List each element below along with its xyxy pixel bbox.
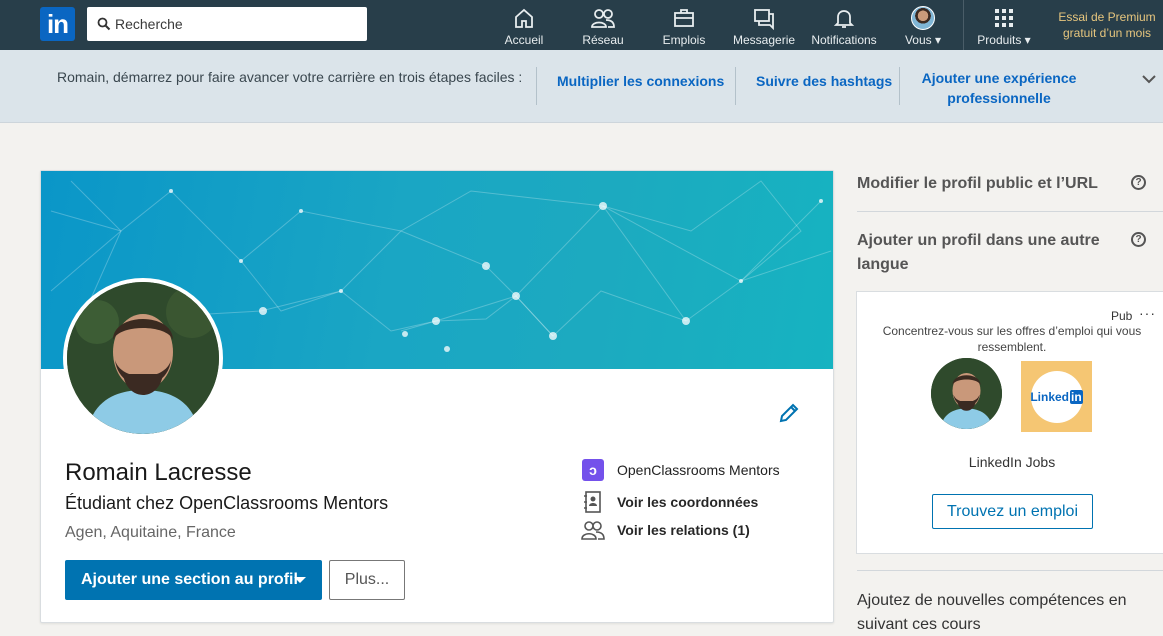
more-button[interactable]: Plus... [329, 560, 405, 600]
add-profile-section-button[interactable]: Ajouter une section au profil [65, 560, 322, 600]
profile-photo[interactable] [63, 278, 223, 438]
grid-icon [995, 9, 1013, 27]
courses-suggestion: Ajoutez de nouvelles compétences en suiv… [857, 592, 1127, 633]
connections-icon [581, 521, 605, 540]
home-icon [515, 8, 533, 28]
ad-label: Pub [1111, 309, 1133, 323]
bell-icon [833, 10, 855, 28]
network-icon [591, 9, 615, 28]
logo-in: in [1070, 389, 1083, 404]
help-icon[interactable]: ? [1131, 232, 1146, 247]
guidance-bar: Romain, démarrez pour faire avancer votr… [0, 50, 1163, 123]
caret-down-icon: ▾ [1024, 33, 1031, 47]
nav-jobs[interactable]: Emplois [661, 6, 707, 48]
divider [536, 67, 537, 105]
search-icon [97, 17, 111, 31]
contact-info-link[interactable]: Voir les coordonnées [581, 489, 758, 515]
edit-public-profile-link[interactable]: Modifier le profil public et l’URL [857, 172, 1117, 196]
add-experience-link[interactable]: Ajouter une expérience professionnelle [918, 68, 1080, 108]
divider [899, 67, 900, 105]
messaging-icon [754, 9, 774, 30]
contact-info-label: Voir les coordonnées [617, 494, 759, 510]
premium-line-1: Essai de Premium [1058, 10, 1156, 24]
nav-divider [963, 0, 964, 50]
profile-name: Romain Lacresse [65, 459, 252, 486]
caret-down-icon [294, 577, 306, 583]
nav-network-label: Réseau [582, 33, 624, 47]
nav-products-label: Produits [977, 33, 1022, 47]
company-link[interactable]: ↄ OpenClassrooms Mentors [581, 457, 780, 483]
help-icon[interactable]: ? [1131, 175, 1146, 190]
nav-network[interactable]: Réseau [580, 6, 626, 48]
top-nav: in Accueil Réseau Emplois Messagerie Not… [0, 0, 1163, 50]
profile-location: Agen, Aquitaine, France [65, 524, 236, 541]
add-profile-section-label: Ajouter une section au profil [81, 571, 298, 588]
linkedin-jobs-logo: Linked in [1021, 361, 1092, 432]
nav-notifications[interactable]: Notifications [809, 6, 879, 48]
nav-products[interactable]: Produits ▾ [974, 6, 1034, 48]
profile-portrait [931, 358, 1002, 429]
divider [857, 570, 1163, 571]
find-job-button[interactable]: Trouvez un emploi [932, 494, 1093, 529]
guidance-text: Romain, démarrez pour faire avancer votr… [57, 69, 523, 85]
nav-notifications-label: Notifications [811, 33, 877, 47]
contact-card-icon [584, 491, 601, 513]
premium-line-2: gratuit d’un mois [1062, 26, 1152, 40]
logo-text: Linked [1030, 389, 1069, 404]
briefcase-icon [674, 9, 694, 27]
ad-text: Concentrez-vous sur les offres d’emploi … [882, 324, 1142, 354]
nav-jobs-label: Emplois [662, 33, 706, 47]
premium-trial-link[interactable]: Essai de Premium gratuit d’un mois [1052, 9, 1162, 41]
nav-home-label: Accueil [504, 33, 544, 47]
company-name: OpenClassrooms Mentors [617, 462, 780, 478]
nav-messaging-label: Messagerie [733, 33, 796, 47]
search-input[interactable] [115, 7, 360, 41]
connections-label: Voir les relations (1) [617, 522, 750, 538]
add-language-profile-link[interactable]: Ajouter un profil dans une autre langue [857, 229, 1107, 277]
search-box[interactable] [87, 7, 367, 41]
nav-messaging[interactable]: Messagerie [733, 6, 795, 48]
ad-company-name: LinkedIn Jobs [968, 454, 1056, 470]
nav-home[interactable]: Accueil [503, 6, 545, 48]
openclassrooms-logo-icon: ↄ [582, 459, 604, 481]
nav-me-label: Vous [904, 33, 932, 47]
follow-hashtags-link[interactable]: Suivre des hashtags [756, 73, 892, 89]
ad-avatar [931, 358, 1002, 429]
profile-card: Romain Lacresse Étudiant chez OpenClassr… [40, 170, 834, 623]
nav-me[interactable]: Vous ▾ [902, 6, 944, 48]
divider [857, 211, 1163, 212]
grow-connections-link[interactable]: Multiplier les connexions [557, 73, 724, 89]
profile-portrait [67, 282, 219, 434]
ad-card: Pub ··· Concentrez-vous sur les offres d… [856, 291, 1163, 554]
avatar [911, 6, 935, 30]
connections-link[interactable]: Voir les relations (1) [581, 517, 750, 543]
more-options-icon[interactable]: ··· [1139, 305, 1156, 321]
profile-headline: Étudiant chez OpenClassrooms Mentors [65, 493, 389, 513]
caret-down-icon: ▾ [935, 33, 942, 47]
linkedin-logo[interactable]: in [40, 7, 75, 41]
edit-pencil-icon[interactable] [778, 402, 800, 424]
divider [735, 67, 736, 105]
chevron-down-icon[interactable] [1141, 74, 1157, 84]
